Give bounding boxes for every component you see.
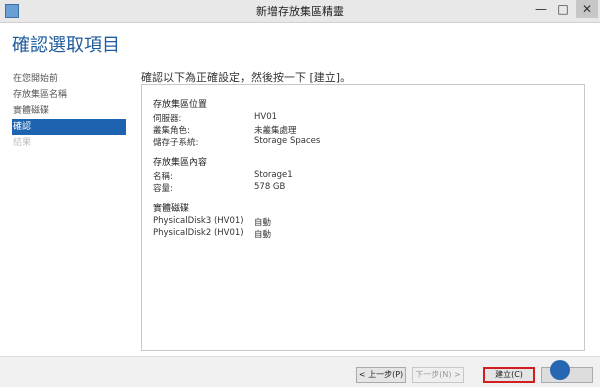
summary-row: PhysicalDisk3 (HV01) 自動 bbox=[153, 216, 271, 228]
row-value: Storage1 bbox=[254, 170, 293, 180]
nav-item-confirmation[interactable]: 確認 bbox=[12, 119, 126, 135]
create-button[interactable]: 建立(C) bbox=[483, 367, 535, 383]
summary-panel: 存放集區位置 伺服器: HV01 叢集角色: 未叢集處理 儲存子系統: Stor… bbox=[141, 84, 585, 351]
close-button[interactable]: ✕ bbox=[576, 0, 598, 18]
summary-row: 儲存子系統: Storage Spaces bbox=[153, 136, 320, 148]
wizard-nav: 在您開始前 存放集區名稱 實體磁碟 確認 結果 bbox=[12, 71, 126, 151]
nav-item-before-you-begin[interactable]: 在您開始前 bbox=[12, 71, 126, 87]
previous-button[interactable]: < 上一步(P) bbox=[356, 367, 406, 383]
row-value: 未叢集處理 bbox=[254, 126, 297, 136]
row-label: 容量: bbox=[153, 184, 173, 194]
summary-row: 叢集角色: 未叢集處理 bbox=[153, 124, 297, 136]
window-title: 新增存放集區精靈 bbox=[256, 5, 344, 18]
page-title: 確認選取項目 bbox=[12, 35, 120, 56]
next-button: 下一步(N) > bbox=[412, 367, 464, 383]
row-value: 自動 bbox=[254, 218, 272, 228]
row-value: HV01 bbox=[254, 112, 278, 122]
row-label: 伺服器: bbox=[153, 114, 182, 124]
nav-item-pool-name[interactable]: 存放集區名稱 bbox=[12, 87, 126, 103]
maximize-button[interactable]: □ bbox=[554, 0, 572, 18]
minimize-button[interactable]: — bbox=[532, 0, 550, 18]
window-titlebar: 新增存放集區精靈 — □ ✕ bbox=[0, 0, 600, 23]
section-header-properties: 存放集區內容 bbox=[153, 158, 208, 168]
row-label: PhysicalDisk3 (HV01) bbox=[153, 216, 244, 226]
summary-row: PhysicalDisk2 (HV01) 自動 bbox=[153, 228, 271, 240]
row-label: 名稱: bbox=[153, 172, 173, 182]
summary-row: 名稱: Storage1 bbox=[153, 170, 293, 182]
section-header-disks: 實體磁碟 bbox=[153, 204, 190, 214]
row-label: PhysicalDisk2 (HV01) bbox=[153, 228, 244, 238]
section-header-location: 存放集區位置 bbox=[153, 100, 208, 110]
row-value: 自動 bbox=[254, 230, 272, 240]
summary-row: 容量: 578 GB bbox=[153, 182, 285, 194]
wizard-content: 確認選取項目 在您開始前 存放集區名稱 實體磁碟 確認 結果 確認以下為正確設定… bbox=[0, 23, 600, 356]
instruction-text: 確認以下為正確設定，然後按一下 [建立]。 bbox=[141, 71, 352, 84]
nav-item-results: 結果 bbox=[13, 138, 32, 148]
watermark-logo bbox=[550, 360, 570, 380]
row-label: 叢集角色: bbox=[153, 126, 190, 136]
row-value: Storage Spaces bbox=[254, 136, 321, 146]
nav-item-physical-disks[interactable]: 實體磁碟 bbox=[12, 103, 126, 119]
summary-row: 伺服器: HV01 bbox=[153, 112, 277, 124]
wizard-footer: < 上一步(P) 下一步(N) > 建立(C) bbox=[0, 356, 600, 387]
row-value: 578 GB bbox=[254, 182, 286, 192]
row-label: 儲存子系統: bbox=[153, 138, 199, 148]
